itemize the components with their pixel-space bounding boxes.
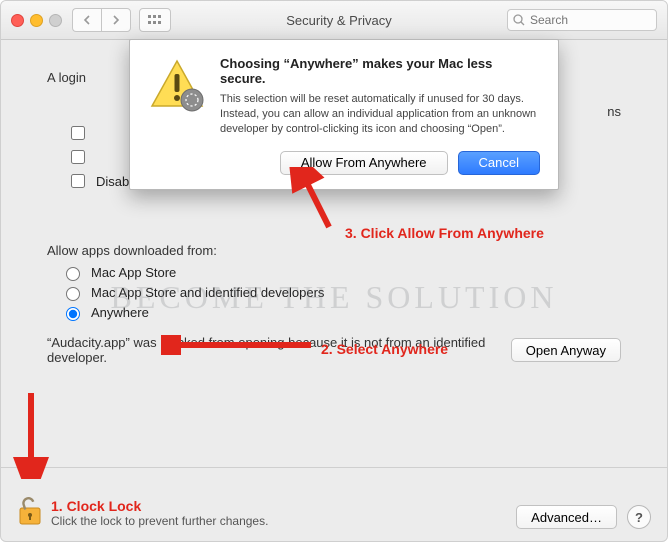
nav-forward-button[interactable]	[101, 8, 131, 32]
truncated-checkbox-text: ns	[607, 64, 621, 119]
lock-hint-text: Click the lock to prevent further change…	[51, 514, 268, 528]
login-password-label: A login	[47, 70, 86, 85]
arrow-1-icon	[11, 389, 51, 479]
blocked-app-text: “Audacity.app” was blocked from opening …	[47, 335, 497, 365]
window-controls	[11, 14, 62, 27]
unknown-checkbox[interactable]	[71, 126, 85, 140]
nav-back-button[interactable]	[72, 8, 101, 32]
blocked-app-row: “Audacity.app” was blocked from opening …	[47, 335, 621, 365]
unknown-checkbox-2[interactable]	[71, 150, 85, 164]
nav-back-forward	[72, 8, 131, 32]
allow-from-anywhere-button[interactable]: Allow From Anywhere	[280, 151, 448, 175]
advanced-button[interactable]: Advanced…	[516, 505, 617, 529]
search-wrap	[507, 9, 657, 31]
close-window-button[interactable]	[11, 14, 24, 27]
radio-identified-developers[interactable]: Mac App Store and identified developers	[61, 284, 621, 301]
radio-label: Anywhere	[91, 305, 149, 320]
titlebar: Security & Privacy	[1, 1, 667, 40]
radio-label: Mac App Store	[91, 265, 176, 280]
bottom-bar: 1. Clock Lock Click the lock to prevent …	[1, 467, 667, 541]
radio-label: Mac App Store and identified developers	[91, 285, 324, 300]
dialog-title: Choosing “Anywhere” makes your Mac less …	[220, 56, 540, 86]
annotation-1: 1. Clock Lock	[51, 498, 268, 514]
chevron-left-icon	[83, 15, 91, 25]
grid-icon	[148, 15, 162, 25]
radio-mac-app-store[interactable]: Mac App Store	[61, 264, 621, 281]
show-all-prefs-button[interactable]	[139, 8, 171, 32]
open-anyway-button[interactable]: Open Anyway	[511, 338, 621, 362]
allow-apps-radio-group: Mac App Store Mac App Store and identifi…	[61, 264, 621, 321]
window-title: Security & Privacy	[171, 13, 507, 28]
minimize-window-button[interactable]	[30, 14, 43, 27]
disable-auto-login-checkbox[interactable]	[71, 174, 85, 188]
help-button[interactable]: ?	[627, 505, 651, 529]
allow-apps-label: Allow apps downloaded from:	[47, 243, 621, 258]
dialog-body: This selection will be reset automatical…	[220, 92, 540, 137]
radio-anywhere[interactable]: Anywhere	[61, 304, 621, 321]
confirm-anywhere-dialog: Choosing “Anywhere” makes your Mac less …	[129, 39, 559, 190]
search-input[interactable]	[507, 9, 657, 31]
preferences-window: Security & Privacy A login ns Disable au…	[0, 0, 668, 542]
warning-icon	[148, 56, 206, 137]
chevron-right-icon	[112, 15, 120, 25]
search-icon	[513, 14, 525, 29]
lock-icon[interactable]	[17, 496, 43, 529]
zoom-window-button[interactable]	[49, 14, 62, 27]
cancel-button[interactable]: Cancel	[458, 151, 540, 175]
